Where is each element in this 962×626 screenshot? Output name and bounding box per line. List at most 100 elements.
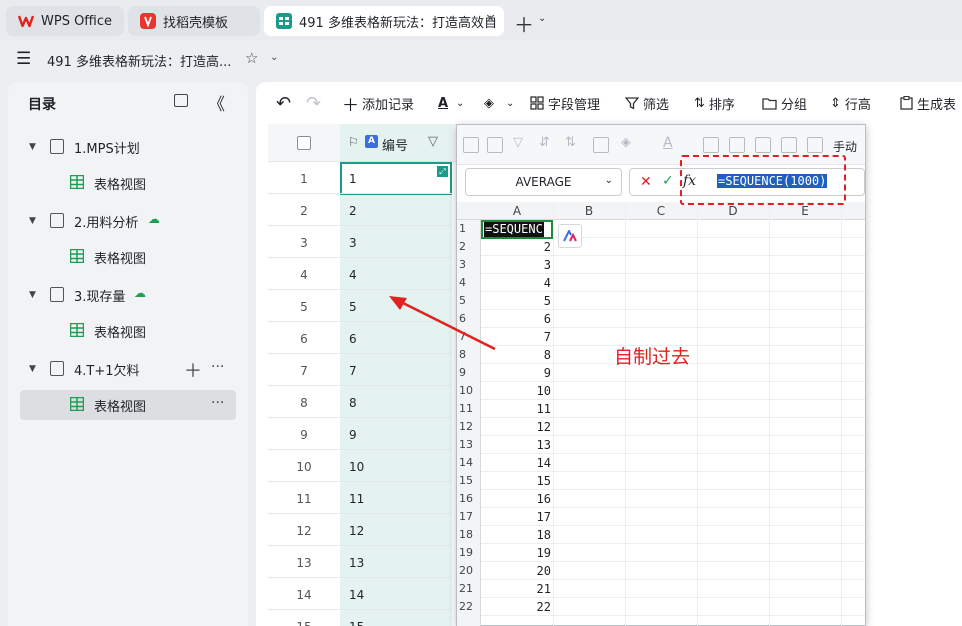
sheet-cell[interactable]: 16 xyxy=(483,492,551,506)
border-icon[interactable] xyxy=(593,137,609,153)
panel-toggle-icon[interactable] xyxy=(174,94,188,107)
table-cell[interactable]: 11 xyxy=(349,492,364,506)
caret-down-icon[interactable]: ▼ xyxy=(29,216,36,226)
calc-mode-label[interactable]: 手动 xyxy=(833,138,857,155)
text-color-icon[interactable]: A xyxy=(438,92,448,114)
tab-current-document[interactable]: 491 多维表格新玩法：打造高效自 ✕ xyxy=(264,6,504,36)
filter-icon[interactable]: ▽ xyxy=(428,134,438,149)
field-manage-button[interactable]: 字段管理 xyxy=(530,92,600,114)
document-title[interactable]: 491 多维表格新玩法：打造高... xyxy=(47,51,231,70)
sheet-cell[interactable]: 19 xyxy=(483,546,551,560)
row-header[interactable]: 11 xyxy=(457,402,481,415)
row-header[interactable]: 15 xyxy=(457,474,481,487)
table-cell[interactable]: 8 xyxy=(349,396,357,410)
table-cell[interactable]: 4 xyxy=(349,268,357,282)
sheet-cell[interactable]: 9 xyxy=(483,366,551,380)
column-header-e[interactable]: E xyxy=(769,204,841,218)
column-header-b[interactable]: B xyxy=(553,204,625,218)
sheet-cell[interactable]: 10 xyxy=(483,384,551,398)
active-cell[interactable]: ⤢ xyxy=(340,162,452,195)
insert-icon[interactable] xyxy=(807,137,823,153)
caret-down-icon[interactable]: ▼ xyxy=(29,364,36,374)
freeze-icon[interactable] xyxy=(781,137,797,153)
row-header[interactable]: 1 xyxy=(457,222,481,235)
table-cell[interactable]: 7 xyxy=(349,364,357,378)
new-tab-icon[interactable]: ＋ xyxy=(514,9,534,38)
table-cell[interactable]: 5 xyxy=(349,300,357,314)
expand-icon[interactable]: ⤢ xyxy=(437,166,448,177)
sheet-cell[interactable]: 20 xyxy=(483,564,551,578)
sheet-cell[interactable]: 15 xyxy=(483,474,551,488)
merge-icon[interactable] xyxy=(729,137,745,153)
row-header[interactable]: 20 xyxy=(457,564,481,577)
column-header-c[interactable]: C xyxy=(625,204,697,218)
sidebar-item-mps[interactable]: ▼ 1.MPS计划 xyxy=(8,132,248,162)
row-header[interactable]: 21 xyxy=(457,582,481,595)
sidebar-item-material-analysis[interactable]: ▼ 2.用料分析 ☁ xyxy=(8,206,248,236)
sidebar-item-table-view[interactable]: 表格视图 xyxy=(8,242,248,272)
font-color-icon[interactable]: A xyxy=(663,135,679,151)
row-header[interactable]: 12 xyxy=(457,420,481,433)
table-cell[interactable]: 10 xyxy=(349,460,364,474)
row-header[interactable]: 18 xyxy=(457,528,481,541)
paste-special-icon[interactable] xyxy=(463,137,479,153)
column-header-a[interactable]: A xyxy=(481,204,553,218)
table-cell[interactable]: 9 xyxy=(349,428,357,442)
tab-docer-templates[interactable]: 找稻壳模板 xyxy=(128,6,260,36)
row-header[interactable]: 22 xyxy=(457,600,481,613)
column-header-d[interactable]: D xyxy=(697,204,769,218)
fill-color-icon[interactable]: ◈ xyxy=(621,135,637,151)
star-icon[interactable]: ☆ xyxy=(245,49,258,67)
row-header[interactable]: 17 xyxy=(457,510,481,523)
chevron-down-icon[interactable]: ⌄ xyxy=(270,52,278,63)
sheet-cell[interactable]: 17 xyxy=(483,510,551,524)
table-cell[interactable]: 1 xyxy=(349,172,357,186)
sheet-cell[interactable]: 22 xyxy=(483,600,551,614)
table-cell[interactable]: 14 xyxy=(349,588,364,602)
table-cell[interactable]: 12 xyxy=(349,524,364,538)
sort-button[interactable]: ⇅ 排序 xyxy=(694,92,735,114)
sidebar-item-stock[interactable]: ▼ 3.现存量 ☁ xyxy=(8,280,248,310)
chevron-down-icon[interactable]: ⌄ xyxy=(506,92,514,114)
ai-assist-button[interactable] xyxy=(558,224,582,248)
cancel-icon[interactable]: ✕ xyxy=(640,174,652,190)
caret-down-icon[interactable]: ▼ xyxy=(29,290,36,300)
sheet-cell[interactable]: 14 xyxy=(483,456,551,470)
undo-icon[interactable]: ↶ xyxy=(276,92,291,114)
sort-asc-icon[interactable]: ⇵ xyxy=(539,135,555,151)
sort-desc-icon[interactable]: ⇅ xyxy=(565,135,581,151)
table-cell[interactable]: 2 xyxy=(349,204,357,218)
table-cell[interactable]: 6 xyxy=(349,332,357,346)
id-column[interactable]: ⚐ A 编号 ▽ ⤢ xyxy=(340,124,452,626)
row-header[interactable]: 13 xyxy=(457,438,481,451)
generate-button[interactable]: 生成表 xyxy=(900,92,956,114)
sheet-cell[interactable]: 12 xyxy=(483,420,551,434)
sidebar-item-table-view-active[interactable]: 表格视图 ··· xyxy=(20,390,236,420)
menu-icon[interactable]: ☰ xyxy=(16,49,31,69)
more-icon[interactable]: ··· xyxy=(211,359,224,375)
wrap-icon[interactable] xyxy=(703,137,719,153)
row-header[interactable]: 2 xyxy=(457,240,481,253)
collapse-sidebar-icon[interactable]: 《 xyxy=(208,90,225,115)
confirm-icon[interactable]: ✓ xyxy=(662,173,674,189)
group-button[interactable]: 分组 xyxy=(762,92,807,114)
clipboard-icon[interactable] xyxy=(487,137,503,153)
row-header[interactable]: 14 xyxy=(457,456,481,469)
sheet-cell[interactable]: 13 xyxy=(483,438,551,452)
sheet-cell[interactable]: 18 xyxy=(483,528,551,542)
row-header[interactable]: 19 xyxy=(457,546,481,559)
row-header[interactable]: 9 xyxy=(457,366,481,379)
sidebar-item-table-view[interactable]: 表格视图 xyxy=(8,316,248,346)
selected-cell-a1[interactable]: =SEQUENC xyxy=(481,220,553,239)
table-cell[interactable]: 13 xyxy=(349,556,364,570)
sheet-cell[interactable]: 21 xyxy=(483,582,551,596)
name-box[interactable]: AVERAGE ⌄ xyxy=(465,168,622,196)
row-header[interactable]: 16 xyxy=(457,492,481,505)
fill-color-icon[interactable]: ◈ xyxy=(484,92,494,114)
sidebar-item-table-view[interactable]: 表格视图 xyxy=(8,168,248,198)
row-header[interactable]: 4 xyxy=(457,276,481,289)
row-height-button[interactable]: ⇕ 行高 xyxy=(830,92,871,114)
caret-down-icon[interactable]: ▼ xyxy=(29,142,36,152)
column-header[interactable]: ⚐ A 编号 ▽ xyxy=(340,124,452,162)
sheet-cell[interactable]: 2 xyxy=(483,240,551,254)
